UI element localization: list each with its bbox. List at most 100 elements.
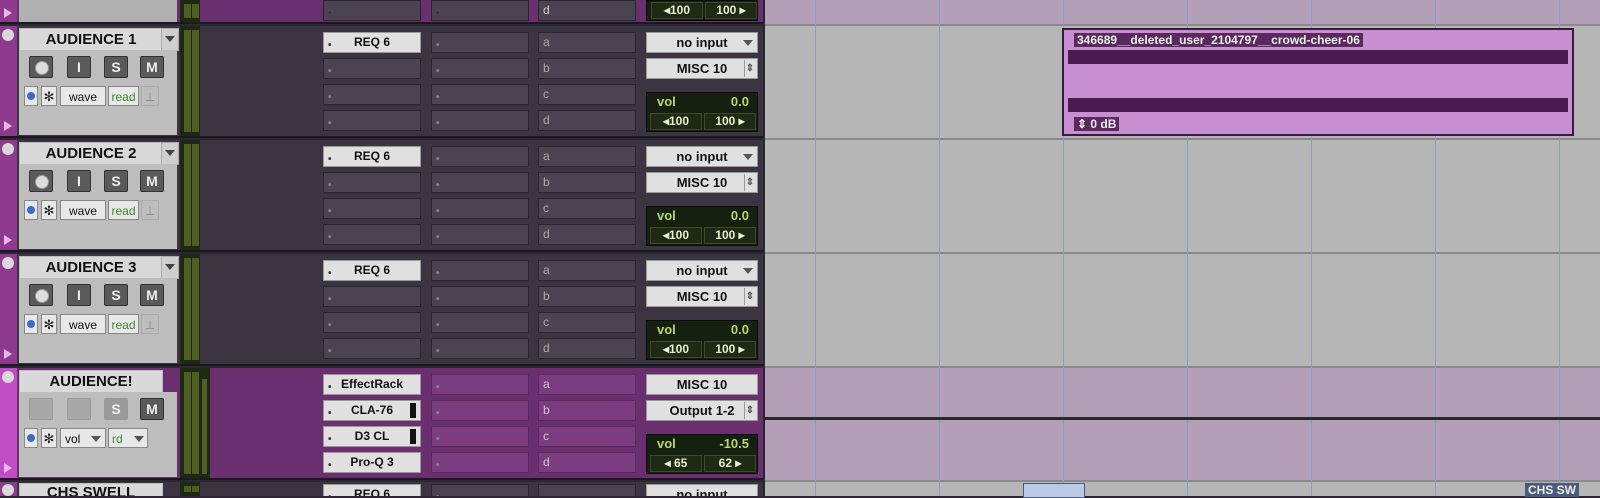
- insert-slot-c[interactable]: •: [323, 312, 421, 333]
- insert-slot-i[interactable]: •: [431, 452, 529, 473]
- send-slot-a[interactable]: a: [538, 32, 636, 53]
- insert-slot-c[interactable]: •: [323, 84, 421, 105]
- solo-button[interactable]: S: [104, 56, 128, 78]
- track-name[interactable]: AUDIENCE 3: [19, 256, 163, 279]
- insert-slot-a[interactable]: • EffectRack: [323, 374, 421, 395]
- mute-button[interactable]: M: [140, 170, 164, 192]
- track-view-selector[interactable]: wave: [60, 200, 106, 220]
- volume-automation-line[interactable]: [765, 417, 1600, 420]
- freeze-icon[interactable]: ✻: [41, 314, 57, 334]
- send-slot-c[interactable]: c: [538, 84, 636, 105]
- output-selector[interactable]: MISC 10 ⇕: [646, 286, 758, 307]
- pan-right[interactable]: 100 ▸: [704, 341, 756, 358]
- lock-icon[interactable]: ⊥: [141, 314, 159, 334]
- voice-icon[interactable]: [24, 86, 38, 106]
- input-selector[interactable]: no input: [646, 484, 758, 496]
- track-color-tab[interactable]: [0, 368, 17, 478]
- volume-pan-display[interactable]: vol 0.0 ◂100 100 ▸: [646, 92, 758, 132]
- send-slot-c[interactable]: c: [538, 198, 636, 219]
- insert-slot-a[interactable]: •REQ 6: [323, 146, 421, 167]
- track-color-tab[interactable]: [0, 482, 17, 496]
- send-slot-d[interactable]: d: [538, 224, 636, 245]
- timeline-lane-audience-2[interactable]: [765, 140, 1600, 254]
- track-name-dropdown[interactable]: [161, 28, 179, 51]
- volume-value[interactable]: 0.0: [731, 208, 749, 223]
- track-color-tab[interactable]: [0, 26, 17, 136]
- pan-left[interactable]: ◂100: [650, 227, 702, 244]
- insert-slot-g[interactable]: •: [431, 172, 529, 193]
- track-name[interactable]: AUDIENCE 1: [19, 28, 163, 51]
- record-enable-button[interactable]: [29, 56, 53, 78]
- insert-slot-h[interactable]: •: [431, 426, 529, 447]
- send-slot-d[interactable]: d: [538, 0, 636, 21]
- lock-icon[interactable]: ⊥: [141, 86, 159, 106]
- send-slot-b[interactable]: b: [538, 172, 636, 193]
- insert-slot-f[interactable]: •: [431, 32, 529, 53]
- volume-value[interactable]: 0.0: [731, 94, 749, 109]
- pan-right[interactable]: 62 ▸: [704, 455, 756, 472]
- freeze-icon[interactable]: ✻: [41, 200, 57, 220]
- track-name[interactable]: AUDIENCE!: [19, 370, 163, 393]
- output-selector[interactable]: MISC 10 ⇕: [646, 58, 758, 79]
- input-selector[interactable]: MISC 10: [646, 374, 758, 395]
- send-slot-c[interactable]: c: [538, 426, 636, 447]
- volume-pan-display[interactable]: vol 0.0 ◂100 100 ▸: [646, 320, 758, 360]
- pan-left[interactable]: ◂100: [650, 113, 702, 130]
- track-name[interactable]: CHS SWELL: [19, 483, 163, 496]
- insert-slot-f[interactable]: •: [431, 484, 529, 496]
- insert-slot-f[interactable]: •: [431, 260, 529, 281]
- send-slot-a[interactable]: a: [538, 260, 636, 281]
- insert-slot-f[interactable]: •: [431, 146, 529, 167]
- insert-slot-b[interactable]: •: [323, 172, 421, 193]
- send-slot-b[interactable]: b: [538, 286, 636, 307]
- pan-left[interactable]: ◂100: [650, 341, 702, 358]
- timeline-lane-audience-aux[interactable]: [765, 368, 1600, 482]
- insert-slot-b[interactable]: • CLA-76: [323, 400, 421, 421]
- insert-slot-i[interactable]: •: [431, 338, 529, 359]
- mute-button[interactable]: M: [140, 398, 164, 420]
- insert-slot-g[interactable]: •: [431, 400, 529, 421]
- volume-pan-display[interactable]: vol 0.0 ◂100 100 ▸: [646, 206, 758, 246]
- input-selector[interactable]: no input: [646, 146, 758, 167]
- volume-value[interactable]: 0.0: [731, 322, 749, 337]
- insert-slot-a[interactable]: •REQ 6: [323, 32, 421, 53]
- insert-slot-c[interactable]: •: [323, 198, 421, 219]
- timeline-lane-audience-3[interactable]: [765, 254, 1600, 368]
- record-enable-button[interactable]: [29, 284, 53, 306]
- automation-mode-selector[interactable]: read: [108, 86, 139, 106]
- output-selector[interactable]: Output 1-2 ⇕: [646, 400, 758, 421]
- insert-slot-i[interactable]: •: [431, 224, 529, 245]
- send-slot-a[interactable]: [538, 484, 636, 496]
- track-color-tab[interactable]: [0, 140, 17, 250]
- clip-gain[interactable]: ⇕ 0 dB: [1074, 117, 1120, 131]
- clip-name-chs-swell[interactable]: CHS SW: [1525, 483, 1579, 497]
- input-monitor-button[interactable]: I: [67, 170, 91, 192]
- insert-slot-d[interactable]: •: [323, 338, 421, 359]
- mute-button[interactable]: M: [140, 284, 164, 306]
- automation-mode-selector[interactable]: rd: [108, 428, 148, 448]
- output-selector[interactable]: MISC 10 ⇕: [646, 172, 758, 193]
- input-monitor-button[interactable]: I: [67, 284, 91, 306]
- voice-icon[interactable]: [24, 314, 38, 334]
- automation-mode-selector[interactable]: read: [108, 314, 139, 334]
- insert-slot-g[interactable]: •: [431, 58, 529, 79]
- send-slot-a[interactable]: a: [538, 146, 636, 167]
- track-view-selector[interactable]: wave: [60, 86, 106, 106]
- insert-slot-c[interactable]: • D3 CL: [323, 426, 421, 447]
- pan-left[interactable]: ◂ 65: [650, 455, 702, 472]
- pan-right[interactable]: 100 ▸: [705, 2, 757, 19]
- insert-slot-g[interactable]: •: [431, 286, 529, 307]
- voice-icon[interactable]: [24, 200, 38, 220]
- track-view-selector[interactable]: wave: [60, 314, 106, 334]
- insert-slot-a[interactable]: •REQ 6: [323, 260, 421, 281]
- insert-slot-i[interactable]: •: [431, 110, 529, 131]
- solo-button[interactable]: S: [104, 284, 128, 306]
- insert-slot-d[interactable]: •: [323, 224, 421, 245]
- track-name[interactable]: AUDIENCE 2: [19, 142, 163, 165]
- insert-slot-d[interactable]: •: [323, 110, 421, 131]
- insert-slot[interactable]: •: [431, 0, 529, 21]
- track-color-tab[interactable]: [0, 254, 17, 364]
- send-slot-b[interactable]: b: [538, 400, 636, 421]
- mute-button[interactable]: M: [140, 56, 164, 78]
- timeline-lane-chs-swell[interactable]: [765, 482, 1600, 496]
